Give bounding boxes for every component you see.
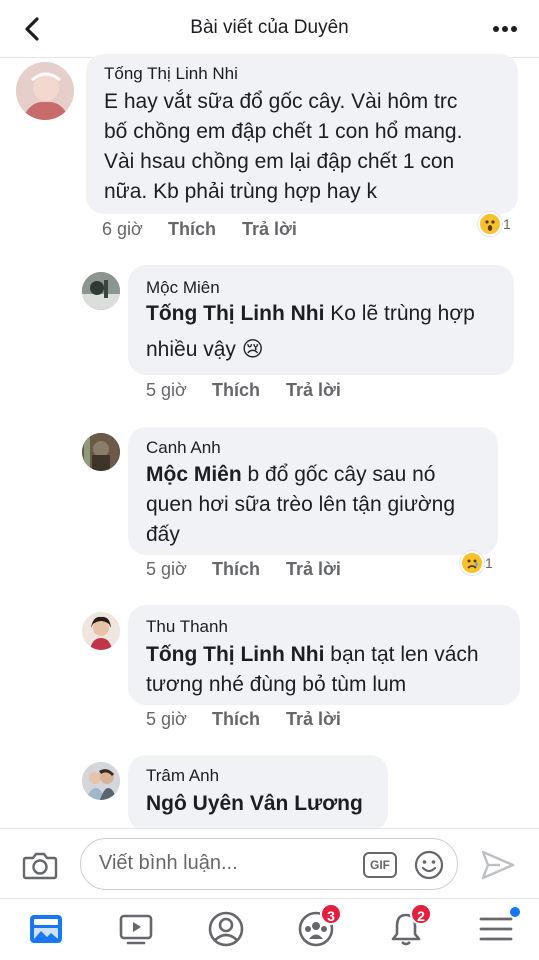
comment-time: 5 giờ bbox=[146, 380, 187, 400]
send-icon[interactable] bbox=[480, 848, 516, 882]
gif-button[interactable]: GIF bbox=[363, 852, 397, 878]
like-button[interactable]: Thích bbox=[212, 559, 260, 580]
comment-actions: 5 giờ Thích Trả lời bbox=[146, 709, 367, 730]
comment-time: 6 giờ bbox=[102, 219, 143, 239]
comment-time: 5 giờ bbox=[146, 559, 187, 579]
comment-author[interactable]: Mộc Miên bbox=[146, 278, 220, 298]
page-title: Bài viết của Duyên bbox=[190, 17, 349, 38]
comment-actions: 5 giờ Thích Trả lời bbox=[146, 559, 367, 580]
mention-link[interactable]: Tống Thị Linh Nhi bbox=[146, 643, 324, 666]
avatar[interactable] bbox=[82, 272, 120, 310]
comment-line: Ngô Uyên Vân Lương bbox=[146, 789, 382, 819]
like-button[interactable]: Thích bbox=[212, 380, 260, 401]
avatar[interactable] bbox=[16, 62, 74, 120]
top-bar: Bài viết của Duyên bbox=[0, 0, 539, 58]
comment-author[interactable]: Thu Thanh bbox=[146, 617, 228, 637]
comment-composer: Viết bình luận... GIF bbox=[0, 828, 539, 898]
reaction-summary[interactable]: 1 bbox=[460, 551, 493, 575]
comment-input[interactable]: Viết bình luận... GIF bbox=[80, 838, 458, 890]
more-dots-icon[interactable] bbox=[489, 14, 521, 44]
video-play-icon[interactable] bbox=[116, 909, 156, 949]
comment-line: Tống Thị Linh Nhi bạn tạt len vách bbox=[146, 640, 514, 670]
comment-author[interactable]: Trâm Anh bbox=[146, 766, 219, 786]
reply-button[interactable]: Trả lời bbox=[286, 559, 341, 580]
comment-line: bố chồng em đập chết 1 con hổ mang. bbox=[104, 120, 463, 143]
mention-link[interactable]: Tống Thị Linh Nhi bbox=[146, 302, 324, 325]
camera-icon[interactable] bbox=[22, 849, 58, 881]
bell-icon[interactable]: 2 bbox=[386, 903, 432, 949]
groups-icon[interactable]: 3 bbox=[296, 903, 342, 949]
smiley-icon[interactable] bbox=[413, 849, 445, 881]
comment-author[interactable]: Tống Thị Linh Nhi bbox=[104, 64, 238, 84]
mention-link[interactable]: Mộc Miên bbox=[146, 463, 242, 486]
wow-reaction-icon bbox=[478, 212, 502, 236]
groups-badge: 3 bbox=[320, 903, 342, 925]
news-feed-icon[interactable] bbox=[26, 909, 66, 949]
comment-text: Ngô Uyên Vân Lương bbox=[146, 789, 382, 819]
avatar[interactable] bbox=[82, 762, 120, 800]
comment-line: Mộc Miên b đổ gốc cây sau nó bbox=[146, 460, 491, 490]
comment-author[interactable]: Canh Anh bbox=[146, 438, 221, 458]
like-button[interactable]: Thích bbox=[212, 709, 260, 730]
reaction-count: 1 bbox=[503, 216, 511, 232]
comment-line: nhiều vậy 😢 bbox=[146, 338, 264, 361]
reply-button[interactable]: Trả lời bbox=[286, 380, 341, 401]
reply-button[interactable]: Trả lời bbox=[242, 219, 297, 240]
hamburger-menu-icon[interactable] bbox=[476, 907, 520, 949]
sad-reaction-icon bbox=[460, 551, 484, 575]
comment-time: 5 giờ bbox=[146, 709, 187, 729]
menu-indicator-dot bbox=[510, 907, 520, 917]
comment-text: Tống Thị Linh Nhi bạn tạt len vách tương… bbox=[146, 640, 514, 700]
comment-text: Tống Thị Linh Nhi Ko lẽ trùng hợp nhiều … bbox=[146, 299, 506, 365]
comment-text: E hay vắt sữa đổ gốc cây. Vài hôm trc bố… bbox=[104, 87, 514, 207]
notifications-badge: 2 bbox=[410, 903, 432, 925]
avatar[interactable] bbox=[82, 433, 120, 471]
like-button[interactable]: Thích bbox=[168, 219, 216, 240]
reply-button[interactable]: Trả lời bbox=[286, 709, 341, 730]
mention-link[interactable]: Ngô Uyên Vân Lương bbox=[146, 792, 363, 815]
comment-line: đấy bbox=[146, 523, 180, 546]
comment-input-placeholder: Viết bình luận... bbox=[99, 852, 238, 874]
comment-line: nữa. Kb phải trùng hợp hay k bbox=[104, 180, 377, 203]
reaction-count: 1 bbox=[485, 555, 493, 571]
comment-line: quen hơi sữa trèo lên tận giường bbox=[146, 493, 456, 516]
comment-line-text: b đổ gốc cây sau nó bbox=[241, 463, 436, 486]
reaction-summary[interactable]: 1 bbox=[478, 212, 511, 236]
comment-actions: 6 giờ Thích Trả lời bbox=[102, 219, 323, 240]
comment-line: Vài hsau chồng em lại đập chết 1 con bbox=[104, 150, 455, 173]
avatar[interactable] bbox=[82, 612, 120, 650]
comment-line-text: bạn tạt len vách bbox=[324, 643, 479, 666]
comment-text: Mộc Miên b đổ gốc cây sau nó quen hơi sữ… bbox=[146, 460, 491, 550]
comment-line: Tống Thị Linh Nhi Ko lẽ trùng hợp bbox=[146, 299, 506, 329]
bottom-navigation: 3 2 bbox=[0, 898, 539, 960]
profile-icon[interactable] bbox=[206, 909, 246, 949]
comment-line: tương nhé đùng bỏ tùm lum bbox=[146, 673, 407, 696]
comment-actions: 5 giờ Thích Trả lời bbox=[146, 380, 367, 401]
comment-line-text: Ko lẽ trùng hợp bbox=[324, 302, 475, 325]
comment-line: E hay vắt sữa đổ gốc cây. Vài hôm trc bbox=[104, 90, 458, 113]
